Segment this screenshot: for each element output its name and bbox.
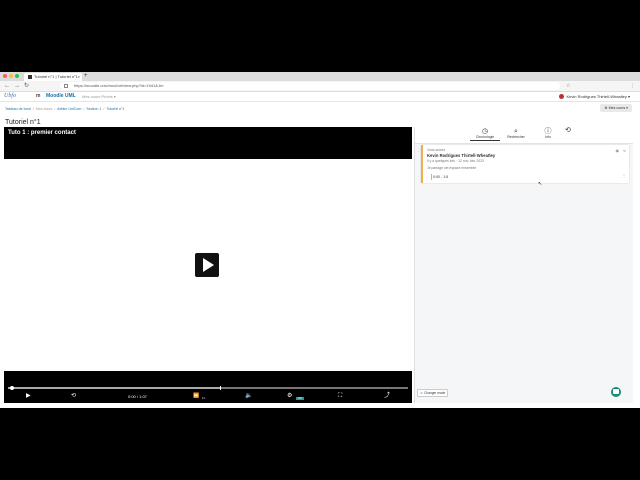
site-name[interactable]: Moodle UML	[46, 92, 76, 101]
tab-label: Rechercher	[507, 135, 525, 139]
card-note: Je partage cet espace ensemble	[427, 166, 477, 170]
lock-icon	[64, 84, 68, 88]
browser-menu-icon[interactable]: ⋮	[630, 83, 635, 89]
search-icon: ⌕	[514, 128, 518, 135]
info-icon: ⓘ	[544, 128, 552, 135]
clock-icon: ◷	[481, 128, 489, 135]
visibility-icon[interactable]: ◉	[616, 148, 620, 153]
progress-marker	[220, 386, 221, 390]
share-icon[interactable]: ⤴	[384, 392, 390, 400]
video-title: Tuto 1 : premier contact	[8, 130, 76, 136]
tab-label: Chronologie	[475, 135, 495, 139]
breadcrumb-item[interactable]: Atelier UniCom	[57, 107, 81, 111]
university-logo[interactable]: Ubfo	[4, 92, 16, 101]
breadcrumb-separator: /	[103, 107, 105, 111]
address-bar-row: ← → ↻ https://moodle.univ/mod/url/view.p…	[0, 81, 640, 92]
actions-menu-button[interactable]: ⚙ Mes cours ▾	[600, 104, 632, 112]
mouse-cursor-icon: ↖	[538, 181, 543, 187]
breadcrumb-separator: /	[32, 107, 34, 111]
progress-buffer	[8, 387, 220, 389]
video-title-bar: Tuto 1 : premier contact	[4, 127, 412, 159]
card-author: Kevin Rodrigues Thirtell-Wheatley	[427, 153, 496, 158]
avatar	[559, 94, 565, 99]
breadcrumb-item[interactable]: Mes cours	[36, 107, 53, 111]
reload-button[interactable]: ↻	[24, 82, 29, 90]
annotation-card[interactable]: ⋮ Vous suivez Kevin Rodrigues Thirtell-W…	[417, 145, 629, 183]
play-pause-icon[interactable]: ▶	[26, 392, 31, 400]
breadcrumb-separator: /	[54, 107, 56, 111]
controls-row: ▶ ⟲ 0:00 / 1:07 ⏩ 1× 🔈 ⚙ HD ⛶ ⤴	[4, 391, 412, 403]
tab-chronologie[interactable]: ◷ Chronologie	[470, 128, 500, 141]
back-button[interactable]: ←	[4, 82, 10, 90]
settings-icon[interactable]: ⚙	[287, 392, 292, 400]
volume-icon[interactable]: 🔈	[245, 392, 252, 400]
moodle-favicon-icon	[28, 75, 32, 79]
tab-close-icon[interactable]: ×	[78, 73, 80, 81]
time-display: 0:00 / 1:07	[128, 394, 147, 399]
speed-value[interactable]: 1×	[202, 395, 205, 402]
annotation-panel: ◷ Chronologie ⌕ Rechercher ⓘ Info ⟲ ⋮ Vo…	[414, 127, 633, 403]
hd-badge: HD	[296, 397, 304, 400]
header-nav[interactable]: Mes cours Privés ▾	[82, 92, 116, 101]
chat-bubble-button[interactable]	[611, 387, 621, 397]
page-title: Tutoriel n°1	[5, 119, 41, 126]
control-bar: ▶ ⟲ 0:00 / 1:07 ⏩ 1× 🔈 ⚙ HD ⛶ ⤴	[4, 371, 412, 403]
tab-rechercher[interactable]: ⌕ Rechercher	[501, 128, 531, 140]
fullscreen-icon[interactable]: ⛶	[338, 392, 342, 400]
change-mode-button[interactable]: ☺ Changer mode	[417, 389, 449, 397]
tab-info[interactable]: ⓘ Info	[533, 128, 563, 140]
user-name: Kevin Rodrigues Thirtell-Wheatley ▾	[566, 94, 630, 99]
video-player[interactable]: Tuto 1 : premier contact ▶ ⟲ 0:00 / 1:07…	[4, 127, 412, 403]
minimize-window-icon[interactable]	[9, 74, 13, 78]
share-card-icon[interactable]: ⋖	[623, 148, 626, 153]
rewind-icon[interactable]: ⟲	[71, 392, 76, 400]
progress-bar[interactable]	[8, 386, 408, 390]
browser-tab[interactable]: Tutoriel n°1 | Tutoriel n°1 ×	[24, 73, 82, 81]
forward-button[interactable]: →	[14, 82, 20, 90]
timecode-marker	[431, 174, 432, 180]
moodle-mark-icon: m	[36, 93, 41, 99]
card-label: Vous suivez	[427, 148, 446, 152]
panel-tabs: ◷ Chronologie ⌕ Rechercher ⓘ Info ⟲	[415, 127, 633, 144]
tab-label: Info	[545, 135, 551, 139]
maximize-window-icon[interactable]	[15, 74, 19, 78]
new-tab-button[interactable]: +	[84, 72, 88, 80]
card-timecode[interactable]: 0:00 - 1:5	[433, 175, 448, 179]
drag-handle-icon[interactable]: ⋮	[417, 147, 421, 152]
star-icon[interactable]: ☆	[566, 83, 570, 89]
play-icon	[203, 258, 214, 272]
moodle-header: Ubfo m Moodle UML Mes cours Privés ▾ Kev…	[0, 92, 640, 102]
breadcrumb: Tableau de bord / Mes cours / Atelier Un…	[5, 106, 125, 112]
user-menu[interactable]: Kevin Rodrigues Thirtell-Wheatley ▾	[559, 92, 630, 101]
big-play-button[interactable]	[195, 253, 219, 277]
breadcrumb-item[interactable]: Tutoriel n°1	[106, 107, 124, 111]
breadcrumb-separator: /	[83, 107, 85, 111]
refresh-icon[interactable]: ⟲	[565, 127, 571, 135]
card-menu-icon[interactable]: ⋮	[622, 173, 626, 178]
breadcrumb-item[interactable]: Section 1	[86, 107, 101, 111]
scrubber-handle[interactable]	[10, 386, 14, 390]
speed-icon[interactable]: ⏩	[193, 392, 199, 400]
url-field[interactable]: https://moodle.univ/mod/url/view.php?id=…	[60, 82, 560, 90]
chat-icon	[613, 389, 619, 394]
close-window-icon[interactable]	[3, 74, 7, 78]
tab-title: Tutoriel n°1 | Tutoriel n°1	[34, 74, 78, 79]
breadcrumb-item[interactable]: Tableau de bord	[5, 107, 31, 111]
tab-strip: Tutoriel n°1 | Tutoriel n°1 × +	[0, 72, 640, 81]
browser-window: Tutoriel n°1 | Tutoriel n°1 × + ← → ↻ ht…	[0, 72, 640, 408]
card-meta: Il y a quelques sec · 12 nov. déc 2023	[427, 159, 484, 163]
